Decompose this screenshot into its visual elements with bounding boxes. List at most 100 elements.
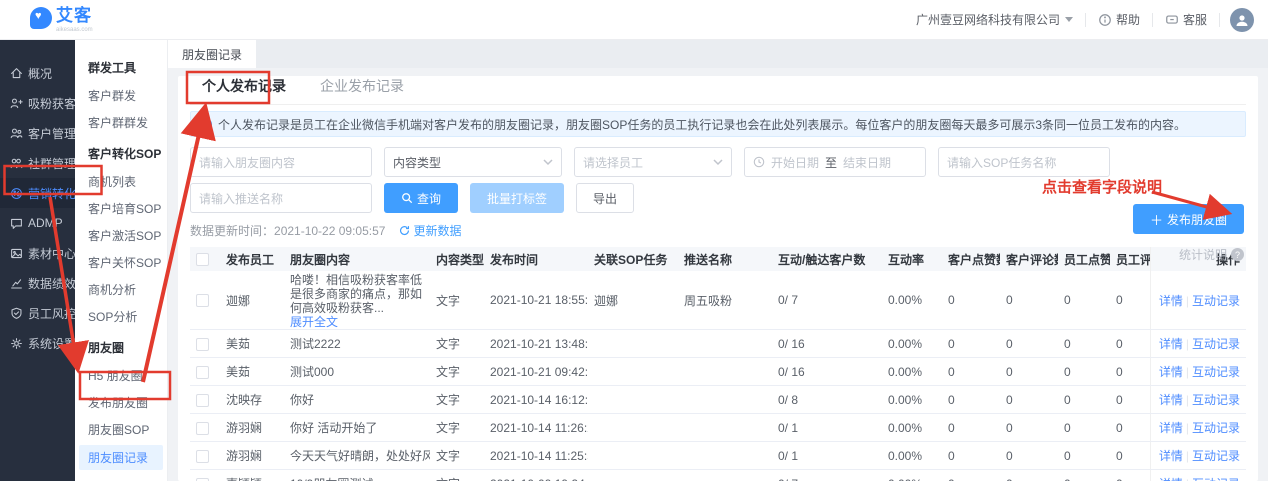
- date-range-picker[interactable]: 开始日期 至 结束日期: [744, 147, 926, 177]
- detail-link[interactable]: 详情: [1159, 294, 1183, 308]
- emp-likes-cell: 0: [1058, 358, 1110, 386]
- interaction-record-link[interactable]: 互动记录: [1192, 449, 1240, 463]
- row-checkbox[interactable]: [196, 394, 209, 407]
- row-checkbox[interactable]: [196, 294, 209, 307]
- export-button[interactable]: 导出: [576, 183, 634, 213]
- interaction-record-link[interactable]: 互动记录: [1192, 393, 1240, 407]
- sidebar-item-label: 社群管理: [28, 155, 76, 172]
- sidebar-item-label: 系统设置: [28, 335, 76, 352]
- divider: |: [1186, 337, 1189, 351]
- detail-link[interactable]: 详情: [1159, 421, 1183, 435]
- sidebar-item-chart[interactable]: 数据绩效: [0, 268, 75, 298]
- submenu-item[interactable]: 客户激活SOP: [75, 222, 167, 249]
- user-avatar[interactable]: [1230, 8, 1254, 32]
- col-content: 朋友圈内容: [284, 247, 430, 271]
- submenu-item[interactable]: 客户群群发: [75, 109, 167, 136]
- actions-cell: 详情|互动记录: [1150, 386, 1246, 414]
- time-cell: 2021-10-21 13:48:39: [484, 330, 588, 358]
- row-select-cell: [190, 358, 220, 386]
- select-all-checkbox[interactable]: [196, 253, 209, 266]
- sidebar-item-marketing[interactable]: 营销转化: [0, 178, 75, 208]
- row-checkbox[interactable]: [196, 366, 209, 379]
- reach-cell: 0/ 1: [772, 442, 882, 470]
- brand-logo: 艾客 aikesaas.com: [30, 7, 93, 33]
- sop-task-input[interactable]: 请输入SOP任务名称: [938, 147, 1110, 177]
- interaction-record-link[interactable]: 互动记录: [1192, 421, 1240, 435]
- sop-cell: [588, 386, 678, 414]
- table-row: 游羽娴今天天气好晴朗，处处好风光文字2021-10-14 11:25:550/ …: [190, 442, 1246, 470]
- submenu-item[interactable]: 朋友圈记录: [79, 445, 163, 470]
- employee-cell: 壹颖颖: [220, 470, 284, 481]
- detail-link[interactable]: 详情: [1159, 337, 1183, 351]
- submenu-item[interactable]: 朋友圈SOP: [75, 416, 167, 443]
- submenu-item[interactable]: 客户群发: [75, 82, 167, 109]
- page-tab-moments-records[interactable]: 朋友圈记录: [168, 40, 256, 68]
- row-checkbox[interactable]: [196, 338, 209, 351]
- help-button[interactable]: 帮助: [1086, 11, 1152, 28]
- sidebar-item-image[interactable]: 素材中心: [0, 238, 75, 268]
- search-button[interactable]: 查询: [384, 183, 458, 213]
- refresh-data-link[interactable]: 更新数据: [399, 222, 461, 239]
- staff-select[interactable]: 请选择员工: [574, 147, 732, 177]
- submenu-item[interactable]: 商机列表: [75, 168, 167, 195]
- row-checkbox[interactable]: [196, 478, 209, 481]
- push-cell: [678, 470, 772, 481]
- content-type-select[interactable]: 内容类型: [384, 147, 562, 177]
- detail-link[interactable]: 详情: [1159, 449, 1183, 463]
- table-row: 美茹测试2222文字2021-10-21 13:48:390/ 160.00%0…: [190, 330, 1246, 358]
- time-cell: 2021-10-21 09:42:40: [484, 358, 588, 386]
- submenu-item[interactable]: H5 朋友圈: [75, 362, 167, 389]
- push-cell: [678, 442, 772, 470]
- push-cell: [678, 414, 772, 442]
- employee-cell: 沈映存: [220, 386, 284, 414]
- sidebar-item-gear[interactable]: 系统设置: [0, 328, 75, 358]
- reach-cell: 0/ 16: [772, 358, 882, 386]
- search-label: 查询: [417, 190, 441, 207]
- sidebar-item-shield[interactable]: 员工风控: [0, 298, 75, 328]
- moments-content-input[interactable]: 请输入朋友圈内容: [190, 147, 372, 177]
- detail-link[interactable]: 详情: [1159, 365, 1183, 379]
- content-card: 个人发布记录 企业发布记录 i 个人发布记录是员工在企业微信手机端对客户发布的朋…: [178, 76, 1258, 481]
- tab-personal-records[interactable]: 个人发布记录: [202, 76, 286, 104]
- sidebar-item-chat-square[interactable]: ADMP: [0, 208, 75, 238]
- content-cell: 10/9朋友圈测试: [284, 470, 430, 481]
- row-checkbox[interactable]: [196, 450, 209, 463]
- row-select-cell: [190, 442, 220, 470]
- sidebar-item-user-plus[interactable]: 吸粉获客: [0, 88, 75, 118]
- sidebar-item-label: 数据绩效: [28, 275, 76, 292]
- submenu-item[interactable]: 商机分析: [75, 276, 167, 303]
- submenu-item[interactable]: 客户关怀SOP: [75, 249, 167, 276]
- cust-likes-cell: 0: [942, 470, 1000, 481]
- time-cell: 2021-10-21 18:55:03: [484, 271, 588, 330]
- stat-explain-link[interactable]: 统计说明 ?: [1179, 246, 1244, 263]
- interaction-record-link[interactable]: 互动记录: [1192, 365, 1240, 379]
- emp-likes-cell: 0: [1058, 470, 1110, 481]
- submenu-item[interactable]: 发布朋友圈: [75, 389, 167, 416]
- service-button[interactable]: 客服: [1153, 11, 1219, 28]
- publish-moments-button[interactable]: ＋ 发布朋友圈: [1133, 204, 1244, 234]
- submenu-item[interactable]: 客户培育SOP: [75, 195, 167, 222]
- expand-link[interactable]: 展开全文: [290, 315, 338, 329]
- cust-comments-cell: 0: [1000, 271, 1058, 330]
- divider: |: [1186, 421, 1189, 435]
- sidebar-item-users[interactable]: 客户管理: [0, 118, 75, 148]
- emp-likes-cell: 0: [1058, 414, 1110, 442]
- tab-enterprise-records[interactable]: 企业发布记录: [320, 76, 404, 104]
- submenu-section-title: 群发工具: [75, 50, 167, 82]
- row-select-cell: [190, 470, 220, 481]
- detail-link[interactable]: 详情: [1159, 393, 1183, 407]
- push-name-input[interactable]: 请输入推送名称: [190, 183, 372, 213]
- submenu-item[interactable]: SOP分析: [75, 303, 167, 330]
- interaction-record-link[interactable]: 互动记录: [1192, 477, 1240, 481]
- interaction-record-link[interactable]: 互动记录: [1192, 294, 1240, 308]
- sidebar-item-user-group[interactable]: 社群管理: [0, 148, 75, 178]
- sidebar-item-home[interactable]: 概况: [0, 58, 75, 88]
- detail-link[interactable]: 详情: [1159, 477, 1183, 481]
- batch-tag-button[interactable]: 批量打标签: [470, 183, 564, 213]
- emp-likes-cell: 0: [1058, 442, 1110, 470]
- divider: |: [1186, 449, 1189, 463]
- interaction-record-link[interactable]: 互动记录: [1192, 337, 1240, 351]
- row-checkbox[interactable]: [196, 422, 209, 435]
- company-switcher[interactable]: 广州壹豆网络科技有限公司: [904, 11, 1085, 28]
- col-cust-comments: 客户评论数: [1000, 247, 1058, 271]
